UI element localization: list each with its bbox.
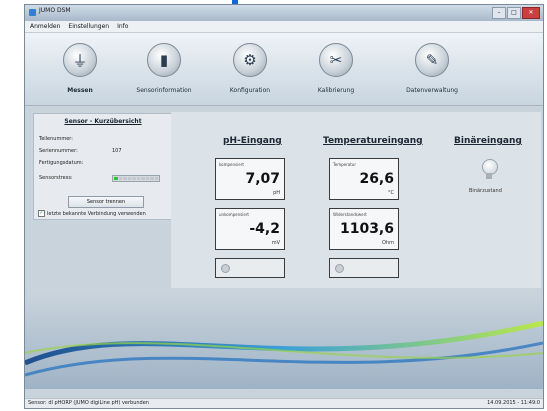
resistance-value: 1103,6 — [339, 221, 394, 237]
title-bar: JUMO DSM – □ ✕ — [25, 5, 543, 21]
temperature-status-led — [335, 264, 344, 273]
maximize-button[interactable]: □ — [507, 7, 521, 19]
gears-icon: ⚙ — [233, 43, 267, 77]
decorative-swoosh — [25, 293, 543, 389]
resistance-unit: Ohm — [382, 240, 394, 246]
ph-value: 7,07 — [245, 171, 280, 187]
ph-input-title: pH-Eingang — [223, 136, 282, 146]
stress-segment — [127, 177, 131, 180]
sensor-info-icon: ▮ — [147, 43, 181, 77]
ph-raw-label: unkompensiert — [219, 212, 249, 217]
window-title: JUMO DSM — [39, 7, 71, 14]
resistance-box: Widerstandswert 1103,6 Ohm — [329, 208, 399, 250]
temperature-status-box — [329, 258, 399, 278]
teilenummer-label: Teilenummer: — [39, 136, 73, 142]
stress-segment — [118, 177, 122, 180]
minimize-button[interactable]: – — [492, 7, 506, 19]
sensor-disconnect-button[interactable]: Sensor trennen — [68, 196, 144, 208]
stress-segment — [123, 177, 127, 180]
ph-unit: pH — [273, 190, 280, 196]
ph-raw-box: unkompensiert -4,2 mV — [215, 208, 285, 250]
temperature-value-label: Temperatur — [333, 162, 356, 167]
connection-status: Sensor: dl pHORP (JUMO digiLine pH) verb… — [28, 400, 149, 406]
app-window: JUMO DSM – □ ✕ Anmelden Einstellungen In… — [24, 4, 544, 409]
stress-segment — [154, 177, 158, 180]
menu-einstellungen[interactable]: Einstellungen — [68, 21, 109, 32]
ph-status-led — [221, 264, 230, 273]
last-connection-checkbox[interactable]: ✓ — [38, 210, 45, 217]
temperature-unit: °C — [388, 190, 394, 196]
tool-label: Sensorinformation — [136, 87, 192, 94]
menu-anmelden[interactable]: Anmelden — [30, 21, 60, 32]
ph-raw-value: -4,2 — [249, 221, 280, 237]
temperature-value: 26,6 — [359, 171, 394, 187]
sensor-summary-title: Sensor - Kurzübersicht — [64, 118, 142, 125]
stress-segment — [141, 177, 145, 180]
measurement-panel: pH-Eingang Temperatureingang Binäreingan… — [171, 112, 541, 288]
stress-segment — [132, 177, 136, 180]
ph-value-box: kompensiert 7,07 pH — [215, 158, 285, 200]
tool-label: Datenverwaltung — [406, 87, 458, 94]
sensorstress-bar — [112, 175, 160, 182]
tool-datenverwaltung[interactable]: ✎ Datenverwaltung — [397, 43, 467, 94]
last-connection-label: letzte bekannte Verbindung verwenden — [47, 210, 146, 217]
resistance-label: Widerstandswert — [333, 212, 367, 217]
fertigungsdatum-label: Fertigungsdatum: — [39, 160, 84, 166]
binary-state-label: Binärzustand — [469, 188, 502, 194]
last-connection-option[interactable]: ✓ letzte bekannte Verbindung verwenden — [38, 210, 146, 217]
document-pen-icon: ✎ — [415, 43, 449, 77]
stress-segment — [114, 177, 118, 180]
seriennummer-label: Seriennummer: — [39, 148, 78, 154]
main-toolbar: ⏚ Messen ▮ Sensorinformation ⚙ Konfigura… — [25, 33, 543, 106]
seriennummer-value: 107 — [112, 148, 122, 154]
stress-segment — [136, 177, 140, 180]
tool-messen[interactable]: ⏚ Messen — [45, 43, 115, 94]
ph-raw-unit: mV — [271, 240, 280, 246]
sensorstress-label: Sensorstress: — [39, 175, 73, 181]
tool-label: Messen — [67, 87, 93, 94]
ph-value-label: kompensiert — [219, 162, 244, 167]
datetime-status: 14.09.2015 - 11:49:0 — [487, 400, 540, 406]
tool-label: Kalibrierung — [317, 87, 355, 94]
probe-icon: ⏚ — [63, 43, 97, 77]
stress-segment — [150, 177, 154, 180]
menu-bar: Anmelden Einstellungen Info — [25, 21, 543, 33]
tool-kalibrierung[interactable]: ✂ Kalibrierung — [301, 43, 371, 94]
binary-input-title: Binäreingang — [454, 136, 522, 146]
temperature-input-title: Temperatureingang — [323, 136, 423, 146]
ph-status-box — [215, 258, 285, 278]
menu-info[interactable]: Info — [117, 21, 128, 32]
tool-konfiguration[interactable]: ⚙ Konfiguration — [215, 43, 285, 94]
status-bar: Sensor: dl pHORP (JUMO digiLine pH) verb… — [25, 398, 543, 408]
tool-label: Konfiguration — [229, 87, 271, 94]
temperature-value-box: Temperatur 26,6 °C — [329, 158, 399, 200]
tool-sensorinformation[interactable]: ▮ Sensorinformation — [129, 43, 199, 94]
sensor-summary-panel: Sensor - Kurzübersicht Teilenummer: Seri… — [33, 113, 173, 220]
window-controls: – □ ✕ — [492, 7, 540, 19]
app-icon — [29, 9, 36, 16]
lightbulb-base-icon — [486, 173, 492, 179]
tools-icon: ✂ — [319, 43, 353, 77]
stress-segment — [145, 177, 149, 180]
close-button[interactable]: ✕ — [522, 7, 540, 19]
